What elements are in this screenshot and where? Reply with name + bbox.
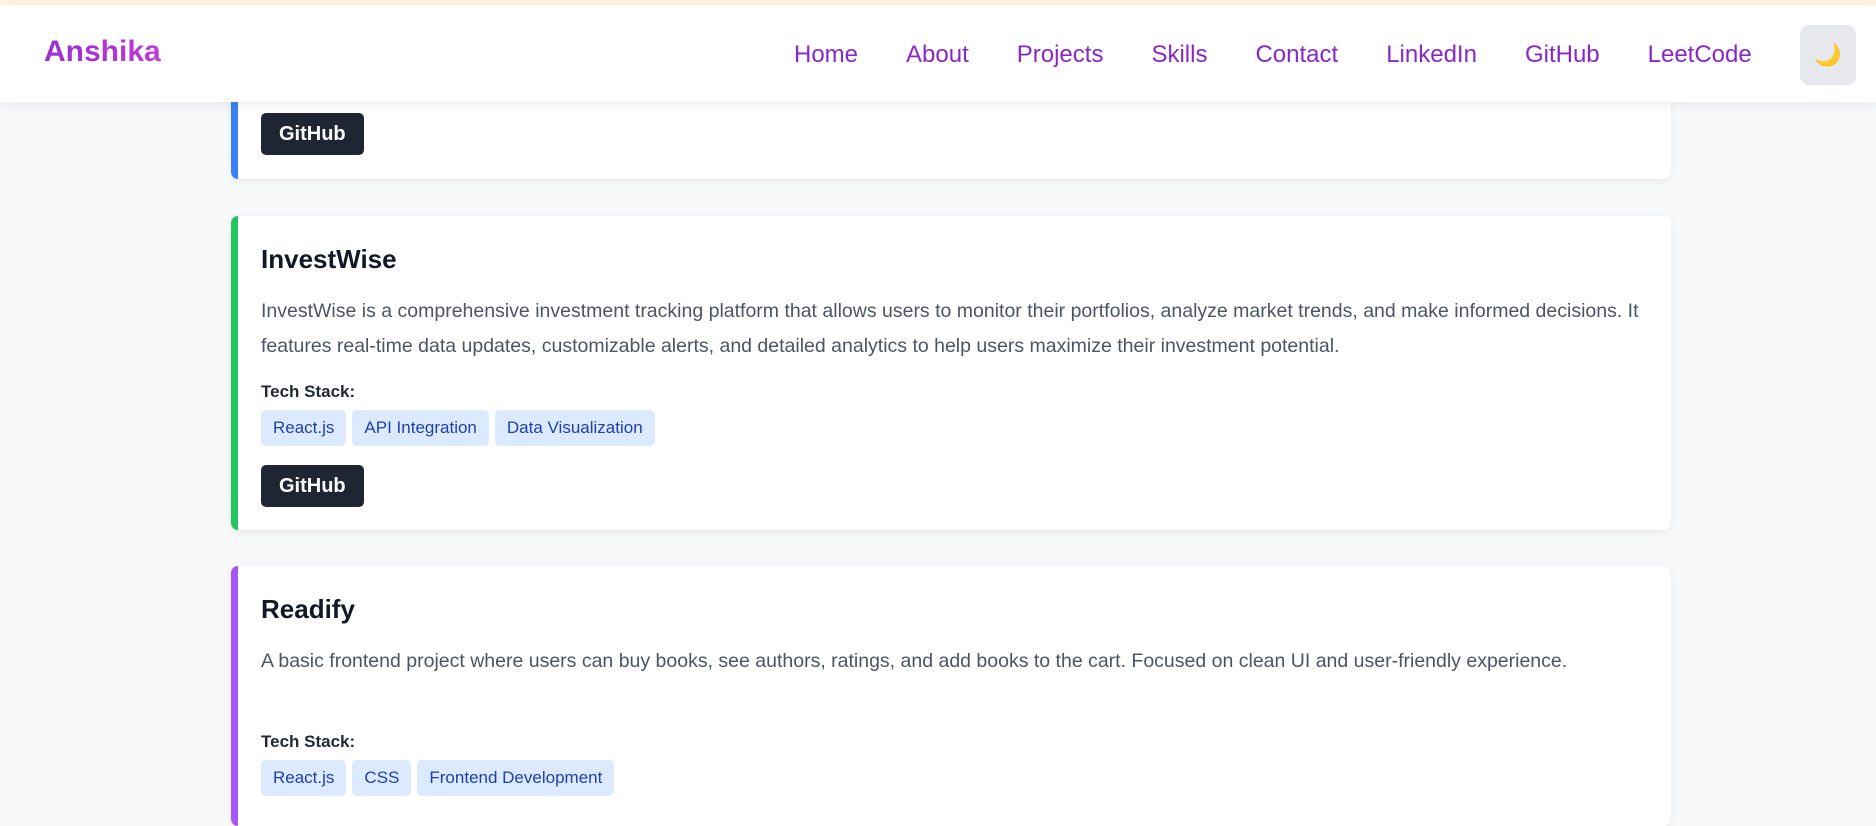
github-button[interactable]: GitHub <box>261 113 364 155</box>
tech-tag: Data Visualization <box>494 410 655 446</box>
nav-links: Home About Projects Skills Contact Linke… <box>794 39 1752 71</box>
github-button[interactable]: GitHub <box>261 465 364 507</box>
card-accent-bar <box>231 566 238 826</box>
project-description: A basic frontend project where users can… <box>261 650 1568 672</box>
tech-stack-label: Tech Stack: <box>261 732 356 751</box>
tech-tag: CSS <box>352 760 412 796</box>
tech-tag: React.js <box>261 410 347 446</box>
nav-link-about[interactable]: About <box>906 41 969 69</box>
project-card-investwise: InvestWise InvestWise is a comprehensive… <box>231 216 1671 530</box>
nav-link-home[interactable]: Home <box>794 41 858 69</box>
project-title: InvestWise <box>261 244 397 274</box>
project-card-readify: Readify A basic frontend project where u… <box>231 566 1671 826</box>
brand-logo-text[interactable]: Anshika <box>44 34 161 70</box>
moon-icon: 🌙 <box>1814 42 1842 67</box>
tech-stack-tags: React.js API Integration Data Visualizat… <box>261 410 661 446</box>
nav-link-skills[interactable]: Skills <box>1151 41 1207 69</box>
card-accent-bar <box>231 216 238 530</box>
nav-link-contact[interactable]: Contact <box>1255 41 1338 69</box>
tech-tag: API Integration <box>352 410 489 446</box>
tech-stack-label: Tech Stack: <box>261 382 356 401</box>
tech-tag: Frontend Development <box>417 760 615 796</box>
nav-link-github[interactable]: GitHub <box>1525 41 1600 69</box>
nav-link-linkedin[interactable]: LinkedIn <box>1386 41 1477 69</box>
nav-link-leetcode[interactable]: LeetCode <box>1648 41 1752 69</box>
tech-tag: React.js <box>261 760 347 796</box>
tech-stack-tags: React.js CSS Frontend Development <box>261 760 620 796</box>
navbar: Anshika Home About Projects Skills Conta… <box>0 5 1876 102</box>
nav-link-projects[interactable]: Projects <box>1017 41 1104 69</box>
project-title: Readify <box>261 594 355 624</box>
theme-toggle-button[interactable]: 🌙 <box>1800 25 1856 85</box>
project-description: InvestWise is a comprehensive investment… <box>261 300 1639 357</box>
